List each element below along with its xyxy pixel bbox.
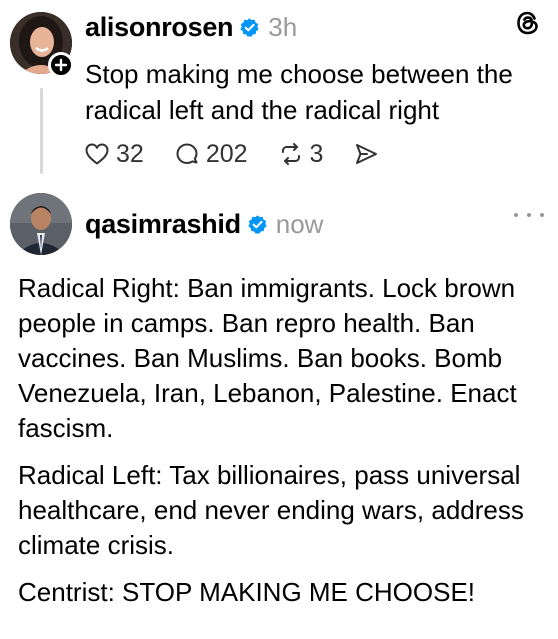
send-icon	[356, 144, 378, 164]
username[interactable]: qasimrashid	[85, 209, 241, 240]
avatar-qasimrashid[interactable]	[10, 193, 72, 255]
threads-logo-icon[interactable]	[513, 8, 543, 38]
post-text: Stop making me choose between the radica…	[85, 59, 513, 125]
follow-button[interactable]	[48, 52, 74, 78]
plus-icon	[54, 58, 68, 72]
post-text: Radical Right: Ban immigrants. Lock brow…	[18, 271, 548, 622]
comment-icon	[176, 143, 198, 164]
post-paragraph: Radical Right: Ban immigrants. Lock brow…	[18, 273, 517, 443]
more-options-icon[interactable]	[514, 205, 544, 225]
post-header: qasimrashid now	[85, 207, 323, 241]
post-actions: 32 202 3	[84, 134, 409, 174]
repost-icon	[281, 143, 300, 165]
post-timestamp: now	[275, 208, 324, 239]
reply-button[interactable]: 202	[174, 140, 248, 169]
repost-button[interactable]: 3	[278, 139, 324, 169]
reply-count: 202	[205, 139, 248, 168]
post-paragraph: Centrist: STOP MAKING ME CHOOSE!	[18, 577, 476, 607]
post-alisonrosen: alisonrosen 3h Stop making me choose bet…	[0, 0, 558, 180]
thread-connector-line	[40, 88, 43, 174]
post-header: alisonrosen 3h	[85, 10, 297, 44]
verified-badge-icon	[240, 17, 259, 37]
share-button[interactable]	[353, 141, 379, 167]
username[interactable]: alisonrosen	[85, 12, 234, 43]
heart-icon	[85, 143, 109, 165]
verified-badge-icon	[248, 214, 267, 234]
like-count: 32	[116, 139, 144, 168]
post-paragraph: Radical Left: Tax billionaires, pass uni…	[18, 460, 524, 560]
post-timestamp: 3h	[268, 11, 298, 42]
like-button[interactable]: 32	[84, 140, 144, 169]
repost-count: 3	[309, 139, 324, 168]
